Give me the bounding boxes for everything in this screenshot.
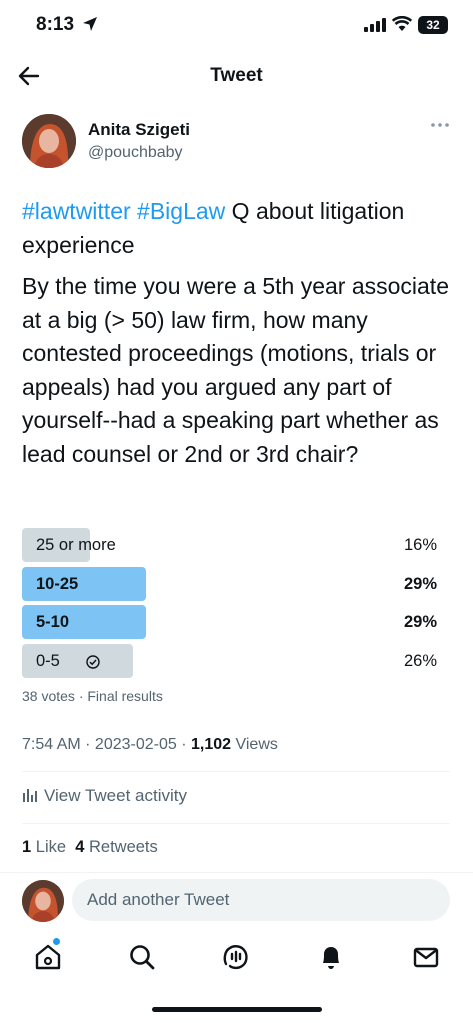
notification-dot bbox=[53, 938, 60, 945]
location-arrow-icon bbox=[83, 17, 97, 31]
checkmark-icon bbox=[86, 655, 100, 669]
time-date: 7:54 AM · 2023-02-05 · bbox=[22, 736, 191, 753]
poll-option-percent: 26% bbox=[403, 652, 437, 671]
reply-input[interactable]: Add another Tweet bbox=[72, 879, 450, 921]
poll-option: 10-25 29% bbox=[22, 566, 437, 601]
tab-messages[interactable] bbox=[411, 942, 441, 972]
author-name[interactable]: Anita Szigeti bbox=[88, 120, 190, 140]
search-icon bbox=[130, 945, 155, 970]
tweet-body: By the time you were a 5th year associat… bbox=[22, 273, 449, 467]
analytics-icon bbox=[23, 789, 37, 802]
poll-option: 0-5 26% bbox=[22, 644, 437, 679]
divider bbox=[22, 771, 450, 772]
poll-option-label: 0-5 bbox=[36, 652, 60, 671]
tweet-text: #lawtwitter #BigLaw Q about litigation e… bbox=[22, 195, 454, 471]
poll-option-percent: 29% bbox=[403, 574, 437, 593]
wifi-icon bbox=[392, 16, 412, 31]
poll-option-label: 10-25 bbox=[36, 574, 79, 593]
poll-option-label: 25 or more bbox=[36, 536, 116, 554]
avatar[interactable] bbox=[22, 114, 76, 168]
likes-count[interactable]: 1 bbox=[22, 838, 31, 856]
poll-option: 5-10 29% bbox=[22, 605, 437, 640]
status-bar: 8:13 32 bbox=[0, 0, 473, 50]
views-count: 1,102 bbox=[190, 736, 232, 753]
spaces-icon bbox=[223, 945, 248, 970]
poll-option: 25 or more 16% bbox=[22, 528, 437, 562]
poll-meta: 38 votes · Final results bbox=[22, 688, 163, 704]
cellular-signal-icon bbox=[364, 18, 386, 32]
status-time: 8:13 bbox=[36, 14, 75, 35]
hashtag-lawtwitter[interactable]: #lawtwitter bbox=[22, 198, 131, 224]
tweet-intro: #lawtwitter #BigLaw Q about litigation e… bbox=[22, 195, 454, 262]
poll: 25 or more 16% 10-25 29% 5-10 29% 0-5 26% bbox=[22, 528, 437, 683]
home-icon bbox=[35, 944, 61, 970]
poll-option-label: 5-10 bbox=[36, 613, 70, 632]
nav-header: Tweet bbox=[0, 55, 473, 97]
tab-bar bbox=[0, 928, 473, 988]
views-label: Views bbox=[231, 736, 278, 753]
battery-indicator: 32 bbox=[418, 16, 448, 34]
hashtag-biglaw[interactable]: #BigLaw bbox=[137, 198, 225, 224]
reply-bar: Add another Tweet bbox=[0, 872, 473, 928]
activity-label: View Tweet activity bbox=[44, 786, 187, 805]
tab-home[interactable] bbox=[33, 938, 63, 972]
tweet-timestamp: 7:54 AM · 2023-02-05 · 1,102 Views bbox=[22, 736, 278, 754]
likes-label[interactable]: Like bbox=[31, 838, 66, 856]
messages-icon bbox=[413, 947, 439, 968]
tab-search[interactable] bbox=[127, 942, 157, 972]
tab-notifications[interactable] bbox=[316, 942, 346, 972]
tab-spaces[interactable] bbox=[221, 942, 251, 972]
view-activity-link[interactable]: View Tweet activity bbox=[22, 786, 187, 806]
divider bbox=[22, 823, 450, 824]
notifications-icon bbox=[323, 947, 339, 969]
page-title: Tweet bbox=[210, 65, 263, 86]
more-options-icon[interactable] bbox=[430, 122, 450, 128]
tweet-author: Anita Szigeti @pouchbaby bbox=[22, 114, 452, 170]
author-handle[interactable]: @pouchbaby bbox=[88, 144, 183, 162]
poll-option-percent: 16% bbox=[403, 536, 437, 554]
avatar bbox=[22, 880, 64, 922]
poll-option-percent: 29% bbox=[403, 613, 437, 632]
home-indicator bbox=[152, 1007, 322, 1012]
retweets-label[interactable]: Retweets bbox=[84, 838, 158, 856]
engagement-stats: 1 Like 4 Retweets bbox=[22, 838, 158, 857]
